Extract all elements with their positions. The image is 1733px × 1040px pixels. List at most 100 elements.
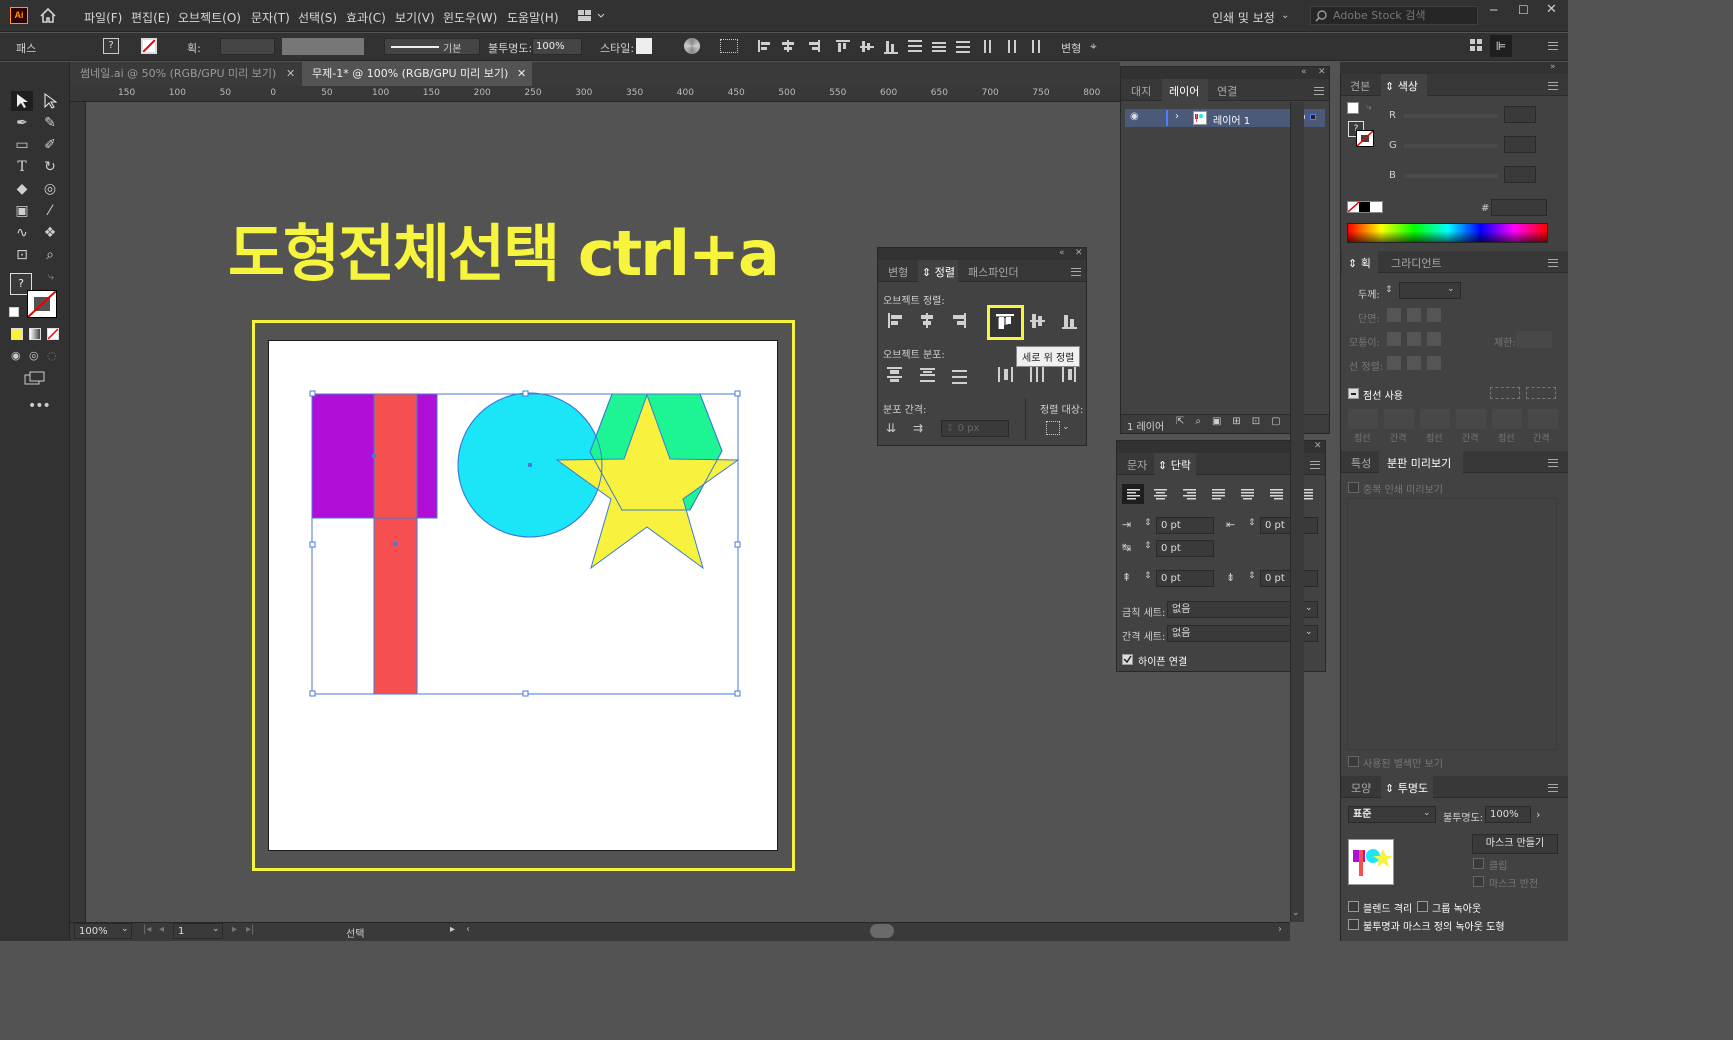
isolate-blending-checkbox[interactable] [1348,901,1359,912]
tab-appearance[interactable]: 모양 [1351,780,1371,796]
layer-actions-icons[interactable]: ⇱⌕▣⊞⊡▢ [1176,416,1292,427]
chevron-right-icon[interactable]: › [1536,808,1540,821]
stepper-icon[interactable]: ⇕ [1248,571,1256,581]
layer-name[interactable]: 레이어 1 [1213,112,1250,127]
opacity-mask-shape-checkbox[interactable] [1348,919,1359,930]
overprint-checkbox[interactable] [1348,482,1359,493]
right-indent-field[interactable]: 0 pt [1260,517,1318,534]
tab-artboards[interactable]: 대지 [1131,83,1151,99]
dashed-line-label: 점선 사용 [1363,391,1403,402]
distribute-vertical-space-icon[interactable]: ⇊ [886,421,896,435]
invert-mask-checkbox[interactable] [1473,876,1484,887]
stepper-icon[interactable]: ⇕ [1385,285,1393,295]
collapse-icon[interactable]: « [1301,67,1307,77]
align-stroke-buttons[interactable] [1386,355,1442,371]
align-to-selection-icon[interactable] [1046,421,1060,435]
eye-icon[interactable]: ◉ [1130,111,1139,122]
transparency-opacity-field[interactable]: 100% [1485,806,1531,823]
scroll-down-icon[interactable]: ⌄ [1292,908,1300,918]
tab-attributes[interactable]: 특성 [1351,455,1371,471]
cap-buttons[interactable] [1386,307,1442,323]
artwork[interactable] [0,0,1568,941]
tab-gradient[interactable]: 그라디언트 [1391,255,1442,271]
panel-menu-icon[interactable] [1314,87,1324,95]
distribute-horizontal-space-icon[interactable]: ⇉ [913,421,923,435]
first-line-indent-field[interactable]: 0 pt [1156,540,1214,557]
dashed-line-checkbox[interactable] [1348,388,1359,399]
dash-align-icon[interactable] [1526,387,1556,399]
isolate-blending-label: 블렌드 격리 [1363,904,1413,915]
left-indent-field[interactable]: 0 pt [1156,517,1214,534]
panel-menu-icon[interactable] [1548,259,1558,267]
limit-field[interactable] [1516,331,1552,348]
next-artboard-icon[interactable]: ▸ [232,924,237,935]
panel-menu-icon[interactable] [1548,82,1558,90]
tab-layers[interactable]: 레이어 [1169,83,1199,99]
panel-menu-icon[interactable] [1310,461,1320,469]
tab-swatches[interactable]: 견본 [1350,78,1370,94]
panel-menu-icon[interactable] [1071,268,1081,276]
default-colors-icon[interactable] [1347,102,1359,114]
tab-align[interactable]: ⇕ 정렬 [922,264,955,280]
tab-character[interactable]: 문자 [1127,457,1147,473]
dash-fields[interactable] [1347,409,1559,429]
panel-menu-icon[interactable] [1548,459,1558,467]
clip-checkbox[interactable] [1473,858,1484,869]
horizontal-scroll-thumb[interactable] [870,924,894,938]
last-artboard-icon[interactable]: ▸| [246,924,254,935]
tab-pathfinder[interactable]: 패스파인더 [968,264,1019,280]
first-artboard-icon[interactable]: |◂ [143,924,151,935]
space-before-field[interactable]: 0 pt [1156,570,1214,587]
dash-label-2: 점선 [1426,434,1443,444]
tab-links[interactable]: 연결 [1217,83,1237,99]
object-align-buttons[interactable] [884,310,1084,332]
previous-artboard-icon[interactable]: ◂ [159,924,164,935]
knockout-group-checkbox[interactable] [1417,901,1428,912]
corner-buttons[interactable] [1386,331,1442,347]
stepper-icon[interactable]: ⇕ [1144,541,1152,551]
collapse-icon[interactable]: « [1059,248,1065,258]
r-field[interactable] [1504,106,1536,123]
tab-transparency[interactable]: ⇕ 투명도 [1385,780,1428,796]
panel-menu-icon[interactable] [1548,784,1558,792]
tab-transform[interactable]: 변형 [888,264,908,280]
dash-preserve-icon[interactable] [1490,387,1520,399]
hyphenate-checkbox[interactable] [1122,654,1133,665]
used-spots-checkbox[interactable] [1348,756,1359,767]
hex-field[interactable] [1491,199,1547,216]
tab-color[interactable]: ⇕ 색상 [1385,78,1418,94]
expand-arrow-icon[interactable]: › [1175,111,1179,122]
stepper-icon[interactable]: ⇕ [1248,518,1256,528]
space-after-field[interactable]: 0 pt [1260,570,1318,587]
make-mask-button[interactable]: 마스크 만들기 [1472,834,1558,854]
selection-indicator[interactable] [1310,114,1316,120]
tab-stroke[interactable]: ⇕ 획 [1348,255,1371,271]
dash-label-3: 점선 [1498,434,1515,444]
b-slider[interactable] [1404,174,1498,178]
chevron-down-icon: ⌄ [1423,808,1431,818]
none-white-black-swatches[interactable] [1347,201,1383,213]
status-menu-icon[interactable]: ▸ [450,924,455,935]
object-distribute-buttons[interactable] [884,364,1084,386]
scroll-right-icon[interactable]: › [1278,924,1282,935]
tab-paragraph[interactable]: ⇕ 단락 [1158,457,1191,473]
vertical-scrollbar[interactable] [1290,102,1304,922]
b-field[interactable] [1504,166,1536,183]
tab-separations-preview[interactable]: 분판 미리보기 [1387,455,1451,471]
divider [1025,398,1026,440]
swap-colors-icon[interactable]: ⤷ [1366,102,1372,113]
spacing-value-field[interactable]: ⇕ 0 px [941,420,1009,437]
g-slider[interactable] [1404,144,1498,148]
scroll-left-icon[interactable]: ‹ [466,924,470,935]
close-icon[interactable]: ✕ [1314,441,1322,451]
stroke-color-indicator[interactable] [1356,130,1374,147]
collapse-icon[interactable]: » [1550,62,1556,72]
space-after-icon: ⇟ [1226,571,1236,584]
close-icon[interactable]: ✕ [1075,248,1083,258]
g-field[interactable] [1504,136,1536,153]
stepper-icon[interactable]: ⇕ [1144,518,1152,528]
stepper-icon[interactable]: ⇕ [1144,571,1152,581]
r-slider[interactable] [1404,114,1498,118]
close-icon[interactable]: ✕ [1318,67,1326,77]
color-spectrum[interactable] [1347,223,1548,243]
